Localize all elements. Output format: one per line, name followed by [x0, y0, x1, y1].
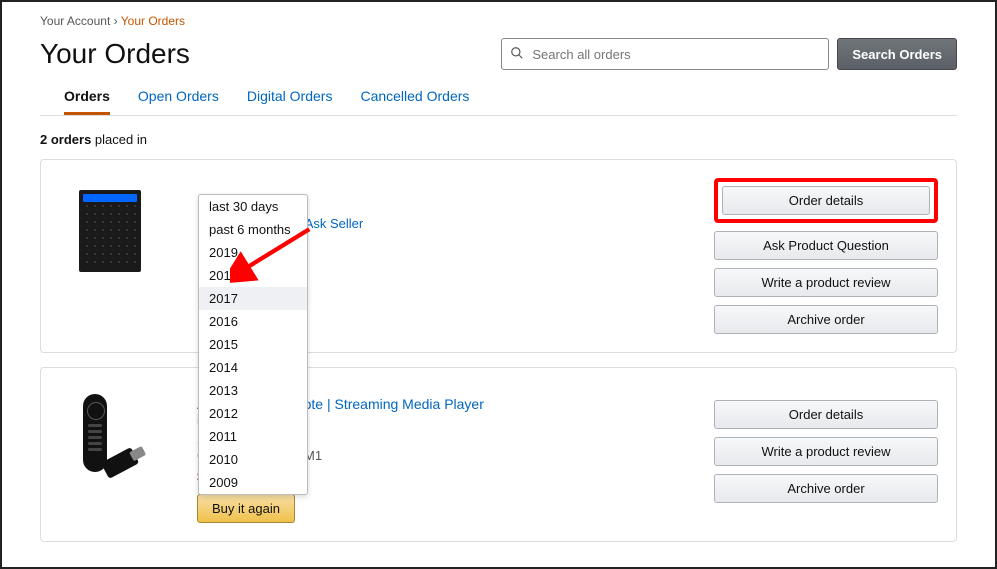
- tab-digital-orders[interactable]: Digital Orders: [247, 88, 333, 115]
- filter-option[interactable]: 2018: [199, 264, 307, 287]
- filter-option[interactable]: 2009: [199, 471, 307, 494]
- highlight-order-details: Order details: [714, 178, 938, 223]
- filter-option-selected[interactable]: 2017: [199, 287, 307, 310]
- order-card-2: Alexa Voice Remote | Streaming Media Pla…: [40, 367, 957, 542]
- filter-option[interactable]: 2012: [199, 402, 307, 425]
- filter-option[interactable]: 2019: [199, 241, 307, 264]
- buy-it-again-button[interactable]: Buy it again: [197, 494, 295, 523]
- filter-option[interactable]: 2011: [199, 425, 307, 448]
- ask-seller-link[interactable]: Ask Seller: [305, 216, 364, 231]
- order2-actions: Order details Write a product review Arc…: [714, 390, 938, 523]
- order-count: 2 orders: [40, 132, 91, 147]
- filter-option[interactable]: past 6 months: [199, 218, 307, 241]
- product-image-2: [69, 394, 151, 504]
- order-details-button[interactable]: Order details: [722, 186, 930, 215]
- filter-option[interactable]: 2014: [199, 356, 307, 379]
- header-row: Your Orders Search Orders: [40, 38, 957, 70]
- breadcrumb: Your Account › Your Orders: [40, 10, 957, 38]
- order-details-button[interactable]: Order details: [714, 400, 938, 429]
- search-icon: [510, 46, 524, 63]
- filter-option[interactable]: 2013: [199, 379, 307, 402]
- product-image-1: [79, 190, 141, 272]
- write-review-button[interactable]: Write a product review: [714, 268, 938, 297]
- tab-open-orders[interactable]: Open Orders: [138, 88, 219, 115]
- write-review-button[interactable]: Write a product review: [714, 437, 938, 466]
- archive-order-button[interactable]: Archive order: [714, 305, 938, 334]
- filter-option[interactable]: 2010: [199, 448, 307, 471]
- search-input[interactable]: [530, 46, 820, 63]
- filter-option[interactable]: 2016: [199, 310, 307, 333]
- tab-orders[interactable]: Orders: [64, 88, 110, 115]
- order1-actions: Order details Ask Product Question Write…: [714, 182, 938, 334]
- search-group: Search Orders: [501, 38, 957, 70]
- filter-option[interactable]: last 30 days: [199, 195, 307, 218]
- filter-option[interactable]: 2015: [199, 333, 307, 356]
- order-card-1: Product question? Ask Seller Order detai…: [40, 159, 957, 353]
- page-title: Your Orders: [40, 38, 190, 70]
- order-count-line: 2 orders placed in: [40, 132, 957, 147]
- order2-thumb[interactable]: [69, 390, 151, 523]
- archive-order-button[interactable]: Archive order: [714, 474, 938, 503]
- date-filter-dropdown[interactable]: last 30 days past 6 months 2019 2018 201…: [198, 194, 308, 495]
- search-box[interactable]: [501, 38, 829, 70]
- tab-cancelled-orders[interactable]: Cancelled Orders: [360, 88, 469, 115]
- page-frame: Your Account › Your Orders Your Orders S…: [0, 0, 997, 569]
- breadcrumb-sep: ›: [114, 14, 118, 28]
- order-count-rest: placed in: [91, 132, 147, 147]
- order1-thumb[interactable]: [69, 182, 151, 334]
- ask-product-question-button[interactable]: Ask Product Question: [714, 231, 938, 260]
- search-orders-button[interactable]: Search Orders: [837, 38, 957, 70]
- order-tabs: Orders Open Orders Digital Orders Cancel…: [40, 88, 957, 116]
- breadcrumb-current: Your Orders: [121, 14, 185, 28]
- breadcrumb-root[interactable]: Your Account: [40, 14, 110, 28]
